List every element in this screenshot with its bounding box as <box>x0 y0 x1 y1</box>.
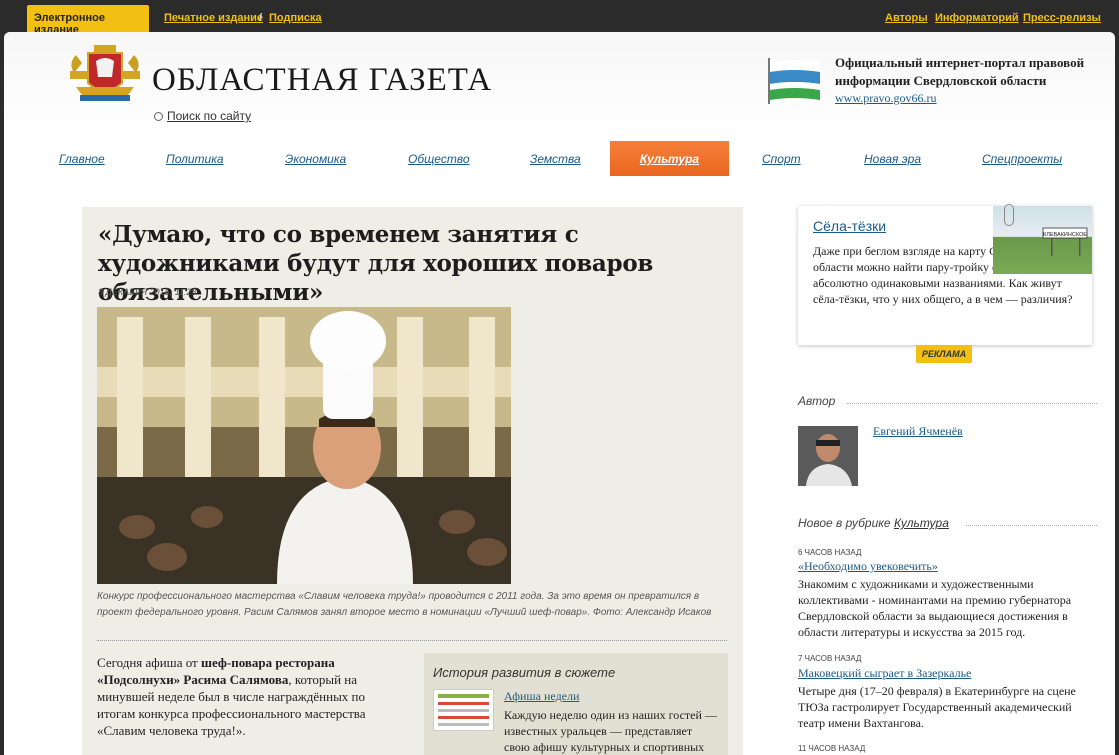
print-edition-link[interactable]: Печатное издание <box>164 12 263 24</box>
story-heading: История развития в сюжете <box>433 665 616 680</box>
news-time: 6 часов назад <box>798 548 862 557</box>
coat-of-arms-icon[interactable] <box>66 43 144 105</box>
search-link[interactable]: Поиск по сайту <box>154 109 251 123</box>
article-date: 3 декабря 2015, 11:28 <box>98 287 197 297</box>
chef-photo-illustration <box>97 307 511 584</box>
author-avatar-graphic <box>798 426 858 486</box>
rubric-rule <box>966 525 1097 526</box>
promo-sign-text: КЛЕВАКИНСКОЕ <box>1043 232 1087 238</box>
nav-item-politics[interactable]: Политика <box>166 152 224 166</box>
site-header: ОБЛАСТНАЯ ГАЗЕТА Поиск по сайту Официаль… <box>4 32 1115 141</box>
promo-card[interactable]: Сёла-тёзки Даже при беглом взгляде на ка… <box>798 206 1092 345</box>
story-thumbnail[interactable] <box>433 689 494 731</box>
tab-electronic-edition[interactable]: Электронное издание <box>27 5 149 36</box>
story-box: История развития в сюжете Афиша недели К… <box>424 653 728 755</box>
portal-link[interactable]: www.pravo.gov66.ru <box>835 91 937 106</box>
nav-item-culture[interactable]: Культура <box>610 141 729 176</box>
ad-badge: РЕКЛАМА <box>916 345 972 363</box>
topbar-separator: / <box>259 12 263 24</box>
subscribe-link[interactable]: Подписка <box>269 12 322 24</box>
article-divider <box>97 640 727 641</box>
news-text: Четыре дня (17–20 февраля) в Екатеринбур… <box>798 684 1076 730</box>
article-panel: «Думаю, что со временем занятия с художн… <box>82 207 743 755</box>
lead-text-1: Сегодня афиша от <box>97 655 201 670</box>
news-text: Знакомим с художниками и художественными… <box>798 577 1072 639</box>
portal-description: Официальный интернет-портал правовой инф… <box>835 55 1085 88</box>
search-icon <box>154 112 163 121</box>
main-nav: Главное Политика Экономика Общество Земс… <box>4 141 1115 177</box>
authors-link[interactable]: Авторы <box>885 12 928 24</box>
site-logo-text[interactable]: ОБЛАСТНАЯ ГАЗЕТА <box>152 62 492 99</box>
page-frame: ОБЛАСТНАЯ ГАЗЕТА Поиск по сайту Официаль… <box>4 32 1115 755</box>
story-link[interactable]: Афиша недели <box>504 689 579 704</box>
nav-item-zemstva[interactable]: Земства <box>530 152 581 166</box>
informatorium-link[interactable]: Информаторий <box>935 12 1019 24</box>
photo-caption: Конкурс профессионального мастерства «Сл… <box>97 591 712 618</box>
paperclip-icon <box>1004 204 1014 226</box>
author-rule <box>847 403 1097 404</box>
top-bar: Электронное издание Печатное издание / П… <box>0 0 1119 36</box>
rubric-section-label: Новое в рубрике Культура <box>798 516 949 530</box>
news-title-link[interactable]: Маковецкий сыграет в Зазеркалье <box>798 666 971 681</box>
story-text: Каждую неделю один из наших гостей — изв… <box>504 708 717 754</box>
nav-item-sport[interactable]: Спорт <box>762 152 801 166</box>
article-photo[interactable] <box>97 307 511 584</box>
search-link-label: Поиск по сайту <box>167 109 252 123</box>
press-releases-link[interactable]: Пресс-релизы <box>1023 12 1101 24</box>
author-name-link[interactable]: Евгений Ячменёв <box>873 424 963 439</box>
rubric-label-text: Новое в рубрике <box>798 516 894 530</box>
nav-item-new-era[interactable]: Новая эра <box>864 152 921 166</box>
sverdlovsk-flag-icon[interactable] <box>766 56 822 106</box>
nav-item-main[interactable]: Главное <box>59 152 105 166</box>
author-section-label: Автор <box>798 394 836 408</box>
promo-title[interactable]: Сёла-тёзки <box>813 218 886 234</box>
story-thumb-graphic <box>438 694 489 726</box>
nav-item-economy[interactable]: Экономика <box>285 152 346 166</box>
news-time: 7 часов назад <box>798 654 862 663</box>
news-time: 11 часов назад <box>798 744 866 753</box>
nav-item-society[interactable]: Общество <box>408 152 470 166</box>
news-title-link[interactable]: «Необходимо увековечить» <box>798 559 938 574</box>
rubric-link[interactable]: Культура <box>894 516 949 530</box>
author-avatar[interactable] <box>798 426 858 486</box>
article-lead: Сегодня афиша от шеф-повара ресторана «П… <box>97 654 397 739</box>
nav-item-special-projects[interactable]: Спецпроекты <box>982 152 1062 166</box>
